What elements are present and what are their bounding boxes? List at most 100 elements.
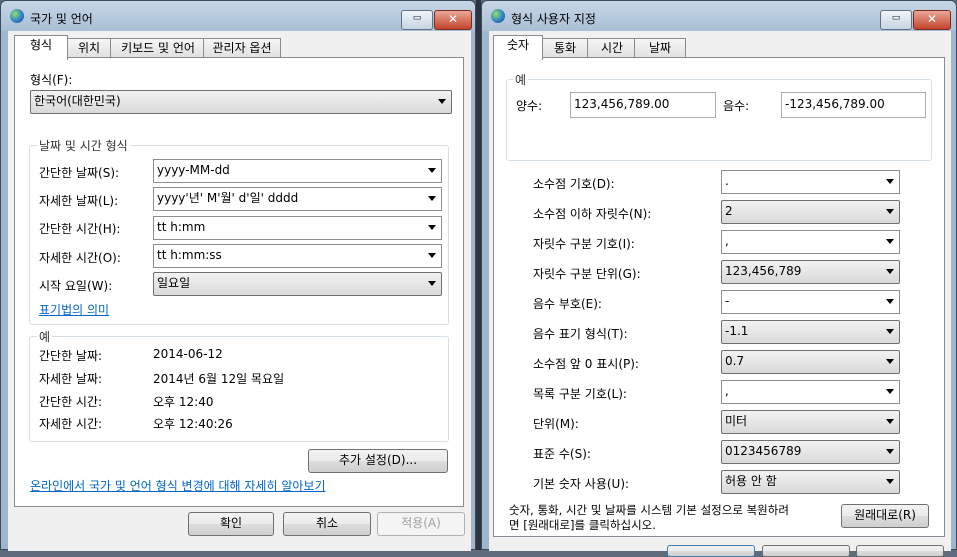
leading-zero-select[interactable]: 0.7 bbox=[721, 350, 900, 374]
positive-label: 양수: bbox=[516, 99, 543, 113]
window-title: 형식 사용자 지정 bbox=[511, 12, 596, 26]
chevron-down-icon bbox=[886, 179, 894, 184]
chevron-down-icon bbox=[886, 479, 894, 484]
right-cancel-button[interactable] bbox=[762, 545, 850, 557]
decimal-digits-value: 2 bbox=[725, 204, 733, 218]
globe-icon bbox=[491, 9, 505, 23]
close-button[interactable]: ✕ bbox=[913, 10, 951, 30]
digit-grouping-select[interactable]: 123,456,789 bbox=[721, 260, 900, 284]
reset-button[interactable]: 원래대로(R) bbox=[841, 504, 929, 528]
datetime-group-label: 날짜 및 시간 형식 bbox=[37, 137, 130, 154]
leading-zero-value: 0.7 bbox=[725, 354, 745, 368]
short-time-select[interactable]: tt h:mm bbox=[153, 216, 442, 240]
tab-location[interactable]: 위치 bbox=[65, 38, 113, 59]
digit-grouping-symbol-select[interactable]: , bbox=[721, 230, 900, 254]
tab-formats[interactable]: 형식 bbox=[14, 35, 68, 60]
example-long-date-label: 자세한 날짜: bbox=[39, 372, 103, 386]
standard-digits-value: 0123456789 bbox=[725, 444, 802, 458]
tab-keyboards[interactable]: 키보드 및 언어 bbox=[110, 38, 206, 59]
long-date-select[interactable]: yyyy'년' M'월' d'일' dddd bbox=[153, 187, 442, 211]
example-short-date-value: 2014-06-12 bbox=[153, 347, 223, 361]
minimize-icon[interactable]: ▭ bbox=[880, 10, 912, 30]
apply-button[interactable]: 적용(A) bbox=[377, 512, 465, 536]
chevron-down-icon bbox=[886, 329, 894, 334]
negative-format-select[interactable]: -1.1 bbox=[721, 320, 900, 344]
negative-example-value: -123,456,789.00 bbox=[785, 97, 885, 111]
example-short-date-label: 간단한 날짜: bbox=[39, 349, 103, 363]
short-date-select[interactable]: yyyy-MM-dd bbox=[153, 159, 442, 183]
negative-sign-label: 음수 부호(E): bbox=[533, 297, 602, 311]
additional-settings-button[interactable]: 추가 설정(D)... bbox=[308, 449, 448, 473]
tab-currency[interactable]: 통화 bbox=[540, 38, 590, 59]
tab-numbers[interactable]: 숫자 bbox=[493, 35, 543, 60]
decimal-symbol-label: 소수점 기호(D): bbox=[533, 177, 615, 191]
list-separator-value: , bbox=[725, 384, 729, 398]
short-time-value: tt h:mm bbox=[157, 220, 206, 234]
chevron-down-icon bbox=[886, 359, 894, 364]
right-ok-button[interactable] bbox=[667, 545, 755, 557]
format-select[interactable]: 한국어(대한민국) bbox=[30, 90, 452, 114]
digit-grouping-symbol-value: , bbox=[725, 234, 729, 248]
reset-description-line1: 숫자, 통화, 시간 및 날짜를 시스템 기본 설정으로 복원하려 bbox=[509, 503, 789, 517]
list-separator-label: 목록 구분 기호(L): bbox=[533, 387, 627, 401]
format-label: 형식(F): bbox=[30, 73, 73, 87]
example-long-date-value: 2014년 6월 12일 목요일 bbox=[153, 372, 285, 386]
ok-button[interactable]: 확인 bbox=[188, 512, 274, 536]
positive-example-value: 123,456,789.00 bbox=[574, 97, 670, 111]
digit-grouping-label: 자릿수 구분 단위(G): bbox=[533, 267, 641, 281]
tab-date[interactable]: 날짜 bbox=[634, 38, 686, 59]
negative-label: 음수: bbox=[723, 99, 750, 113]
format-select-value: 한국어(대한민국) bbox=[34, 94, 121, 108]
measurement-system-select[interactable]: 미터 bbox=[721, 410, 900, 434]
digit-grouping-symbol-label: 자릿수 구분 기호(I): bbox=[533, 237, 635, 251]
minimize-icon[interactable]: ▭ bbox=[401, 10, 433, 30]
chevron-down-icon bbox=[886, 209, 894, 214]
chevron-down-icon bbox=[428, 225, 436, 230]
negative-sign-select[interactable]: - bbox=[721, 290, 900, 314]
long-time-select[interactable]: tt h:mm:ss bbox=[153, 244, 442, 268]
measurement-system-label: 단위(M): bbox=[533, 417, 579, 431]
right-apply-button[interactable] bbox=[856, 545, 944, 557]
online-help-link[interactable]: 온라인에서 국가 및 언어 형식 변경에 대해 자세히 알아보기 bbox=[30, 477, 325, 494]
negative-sign-value: - bbox=[725, 294, 730, 308]
native-digits-value: 허용 안 함 bbox=[725, 474, 777, 488]
example-short-time-label: 간단한 시간: bbox=[39, 395, 103, 409]
list-separator-select[interactable]: , bbox=[721, 380, 900, 404]
positive-example-field: 123,456,789.00 bbox=[570, 92, 716, 118]
notation-meaning-link[interactable]: 표기법의 의미 bbox=[39, 301, 109, 318]
decimal-symbol-select[interactable]: . bbox=[721, 170, 900, 194]
short-date-label: 간단한 날짜(S): bbox=[39, 166, 120, 180]
chevron-down-icon bbox=[428, 196, 436, 201]
title-bar[interactable]: 형식 사용자 지정 ▭ ✕ bbox=[482, 1, 956, 31]
tab-time[interactable]: 시간 bbox=[587, 38, 637, 59]
title-bar[interactable]: 국가 및 언어 ▭ ✕ bbox=[1, 1, 475, 31]
decimal-digits-label: 소수점 이하 자릿수(N): bbox=[533, 207, 652, 221]
long-date-label: 자세한 날짜(L): bbox=[39, 194, 119, 208]
leading-zero-label: 소수점 앞 0 표시(P): bbox=[533, 357, 639, 371]
window-title: 국가 및 언어 bbox=[30, 12, 93, 26]
standard-digits-label: 표준 수(S): bbox=[533, 447, 591, 461]
digit-grouping-value: 123,456,789 bbox=[725, 264, 802, 278]
chevron-down-icon bbox=[886, 269, 894, 274]
chevron-down-icon bbox=[428, 168, 436, 173]
measurement-system-value: 미터 bbox=[725, 414, 748, 428]
example-long-time-value: 오후 12:40:26 bbox=[153, 417, 233, 431]
long-time-value: tt h:mm:ss bbox=[157, 248, 222, 262]
chevron-down-icon bbox=[886, 299, 894, 304]
number-example-label: 예 bbox=[513, 71, 529, 88]
standard-digits-select[interactable]: 0123456789 bbox=[721, 440, 900, 464]
close-button[interactable]: ✕ bbox=[434, 10, 472, 30]
native-digits-select[interactable]: 허용 안 함 bbox=[721, 470, 900, 494]
decimal-digits-select[interactable]: 2 bbox=[721, 200, 900, 224]
short-date-value: yyyy-MM-dd bbox=[157, 163, 230, 177]
negative-example-field: -123,456,789.00 bbox=[781, 92, 926, 118]
examples-group-label: 예 bbox=[37, 328, 53, 345]
chevron-down-icon bbox=[886, 389, 894, 394]
first-day-label: 시작 요일(W): bbox=[39, 279, 113, 293]
tab-administrative[interactable]: 관리자 옵션 bbox=[203, 38, 281, 59]
decimal-symbol-value: . bbox=[725, 174, 729, 188]
cancel-button[interactable]: 취소 bbox=[283, 512, 371, 536]
example-short-time-value: 오후 12:40 bbox=[153, 395, 214, 409]
first-day-select[interactable]: 일요일 bbox=[153, 272, 442, 296]
long-date-value: yyyy'년' M'월' d'일' dddd bbox=[157, 191, 299, 205]
